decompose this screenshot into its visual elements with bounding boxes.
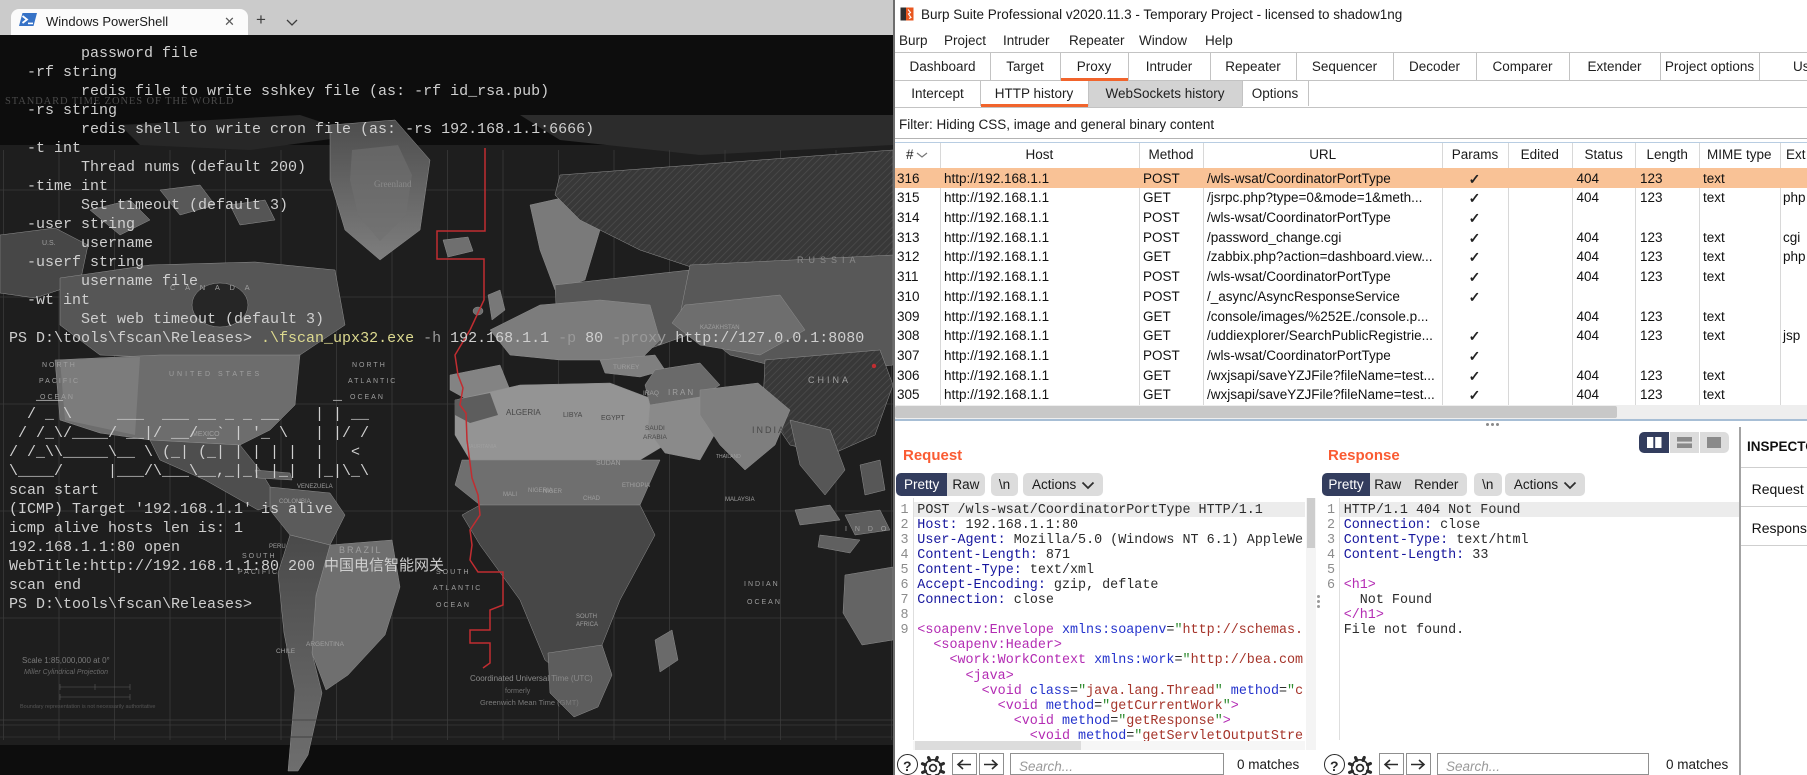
svg-text:formerly: formerly — [505, 688, 531, 695]
svg-text:ARGENTINA: ARGENTINA — [306, 641, 345, 648]
svg-text:AFRICA: AFRICA — [576, 622, 598, 628]
svg-text:SOUTH: SOUTH — [576, 614, 597, 620]
svg-text:Miller Cylindrical Projection: Miller Cylindrical Projection — [24, 669, 108, 676]
svg-text:Greenwich Mean Time (GMT): Greenwich Mean Time (GMT) — [480, 698, 579, 707]
svg-text:Boundary representation is not: Boundary representation is not necessari… — [20, 704, 155, 710]
svg-text:CHILE: CHILE — [276, 648, 296, 655]
svg-text:Scale 1:85,000,000 at 0°: Scale 1:85,000,000 at 0° — [22, 656, 110, 665]
svg-text:Coordinated Universal Time (UT: Coordinated Universal Time (UTC) — [470, 674, 593, 683]
